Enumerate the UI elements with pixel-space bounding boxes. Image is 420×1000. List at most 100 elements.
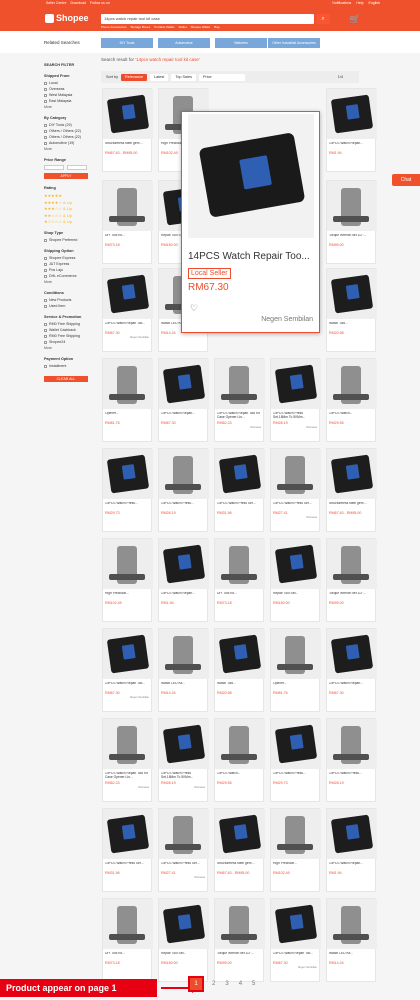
filter-option[interactable]: J&T Express: [44, 262, 91, 266]
product-card[interactable]: 14PCS Watch Repair Tool Kit Case Opener …: [214, 358, 265, 442]
product-card[interactable]: 14PCS Watch Repair... RM1.94: [326, 808, 377, 892]
sort-price-select[interactable]: Price: [199, 73, 246, 81]
shopee-logo[interactable]: Shopee: [45, 13, 89, 23]
suggestion-link[interactable]: Bag: [214, 25, 219, 29]
filter-option[interactable]: Local: [44, 81, 91, 85]
rating-option[interactable]: ★★☆☆☆ & Up: [44, 213, 91, 218]
product-card[interactable]: 14PCS Watch... RM29.55: [214, 718, 265, 802]
suggestion-link[interactable]: Shopee Wallet: [191, 25, 210, 29]
product-card[interactable]: 14PCS Watch Repair... RM1.94: [158, 538, 209, 622]
filter-option[interactable]: DHL eCommerce: [44, 274, 91, 278]
min-price-input[interactable]: [44, 165, 64, 170]
sort-latest[interactable]: Latest: [149, 73, 169, 81]
more-link[interactable]: More: [44, 147, 91, 151]
chat-button[interactable]: Chat: [392, 174, 420, 186]
product-card[interactable]: Torque Wrench set 1/2"... RM99.00: [214, 898, 265, 982]
filter-option[interactable]: DIY Tools (29): [44, 123, 91, 127]
filter-option[interactable]: Shopee Express: [44, 256, 91, 260]
filter-option[interactable]: Wallet Cashback: [44, 328, 91, 332]
product-card[interactable]: DIY Tool Kit... RM73.18: [102, 180, 153, 264]
checkbox[interactable]: [44, 141, 47, 145]
product-card[interactable]: 14PCS Watch Press Set... RM27.41 Overseas: [158, 808, 209, 892]
filter-option[interactable]: Overseas: [44, 87, 91, 91]
product-card[interactable]: Structureless steel gem ... RM67.63 - RM9…: [214, 808, 265, 892]
suggestion-link[interactable]: Wallet: [178, 25, 186, 29]
filter-option[interactable]: Shopee Preferred: [44, 238, 91, 242]
product-card[interactable]: 14PCS Watch Press Set,18Mm To 50Mm... RM2…: [270, 358, 321, 442]
product-card[interactable]: Watch LED Kit... RM14.24: [326, 898, 377, 982]
sort-relevance[interactable]: Relevance: [121, 73, 147, 81]
suggestion-link[interactable]: Storage Boxes: [131, 25, 151, 29]
checkbox[interactable]: [44, 262, 47, 266]
filter-option[interactable]: RM0 Free Shipping: [44, 322, 91, 326]
product-card[interactable]: 14PCS Watch Repair Tool Kit Case Opener …: [102, 718, 153, 802]
filter-option[interactable]: Installment: [44, 364, 91, 368]
filter-option[interactable]: New Products: [44, 298, 91, 302]
filter-option[interactable]: RM0 Free Shipping: [44, 334, 91, 338]
filter-option[interactable]: Others / Others (22): [44, 129, 91, 133]
language-link[interactable]: English: [369, 1, 380, 5]
filter-option[interactable]: Used Item: [44, 304, 91, 308]
checkbox[interactable]: [44, 238, 47, 242]
page-button[interactable]: 5: [252, 981, 255, 987]
checkbox[interactable]: [44, 304, 47, 308]
product-card[interactable]: Watch Tool... RM20.58: [214, 628, 265, 712]
suggestion-link[interactable]: Phone Accessories: [101, 25, 127, 29]
product-card[interactable]: 14PCS Watch Press... RM29.73: [270, 718, 321, 802]
product-card[interactable]: 14PCS Watch Repair... RM67.30: [326, 628, 377, 712]
checkbox[interactable]: [44, 334, 47, 338]
related-tag[interactable]: DIY Tools: [101, 38, 153, 48]
search-button[interactable]: ⌕: [316, 14, 330, 24]
checkbox[interactable]: [44, 123, 47, 127]
filter-option[interactable]: Automotive (19): [44, 141, 91, 145]
product-card[interactable]: 14PCS Watch Repair... RM67.30: [158, 358, 209, 442]
product-card[interactable]: 14PCS Watch Repair... RM1.94: [326, 88, 377, 172]
related-tag[interactable]: Automotive: [158, 38, 210, 48]
rating-option[interactable]: ★★★☆☆ & Up: [44, 206, 91, 211]
product-card[interactable]: 14PCS Watch Repair Too... RM67.30 Negen Se…: [270, 898, 321, 982]
product-card[interactable]: Opener... RM81.76: [102, 358, 153, 442]
filter-option[interactable]: Shopee24: [44, 340, 91, 344]
product-hover-preview[interactable]: 14PCS Watch Repair Too... Local Seller R…: [181, 111, 320, 333]
rating-option[interactable]: ★★★★☆ & Up: [44, 200, 91, 205]
checkbox[interactable]: [44, 93, 47, 97]
seller-centre-link[interactable]: Seller Centre: [46, 1, 66, 5]
filter-option[interactable]: Others / Others (22): [44, 135, 91, 139]
page-button[interactable]: 2: [212, 981, 215, 987]
checkbox[interactable]: [44, 135, 47, 139]
product-card[interactable]: 14PCS Watch Press Set... RM31.96: [102, 808, 153, 892]
related-tag[interactable]: Other Industrial Accessories: [268, 38, 320, 48]
product-card[interactable]: Structureless steel gem ... RM67.63 - RM9…: [102, 88, 153, 172]
product-card[interactable]: 14PCS Watch Press Set... RM31.96: [214, 448, 265, 532]
product-card[interactable]: DIY Tool Kit... RM73.18: [214, 538, 265, 622]
product-card[interactable]: 14PCS Watch Repair Too... RM67.30 Negen Se…: [102, 628, 153, 712]
product-card[interactable]: Repair Tool Set... RM150.00: [158, 898, 209, 982]
checkbox[interactable]: [44, 99, 47, 103]
product-card[interactable]: 14PCS Watch Press... RM29.73: [102, 448, 153, 532]
related-tag[interactable]: Watches: [215, 38, 267, 48]
checkbox[interactable]: [44, 256, 47, 260]
product-card[interactable]: High Precision... RM102.49: [270, 808, 321, 892]
checkbox[interactable]: [44, 340, 47, 344]
search-input[interactable]: 14pcs watch repair tool kit case: [101, 14, 314, 24]
product-card[interactable]: Structureless steel gem ... RM67.63 - RM9…: [326, 448, 377, 532]
more-link[interactable]: More: [44, 346, 91, 350]
product-card[interactable]: Repair Tool Set... RM150.00: [270, 538, 321, 622]
checkbox[interactable]: [44, 81, 47, 85]
checkbox[interactable]: [44, 322, 47, 326]
product-card[interactable]: 14PCS Watch Repair Too... RM67.30 Negen Se…: [102, 268, 153, 352]
page-button[interactable]: 4: [239, 981, 242, 987]
apply-button[interactable]: APPLY: [44, 173, 88, 179]
download-link[interactable]: Download: [70, 1, 86, 5]
page-button[interactable]: 3: [225, 981, 228, 987]
heart-icon[interactable]: ♡: [190, 303, 198, 314]
product-card[interactable]: 14PCS Watch Press Set... RM27.41 Overseas: [270, 448, 321, 532]
checkbox[interactable]: [44, 364, 47, 368]
product-card[interactable]: 14PCS Watch... RM29.55: [326, 358, 377, 442]
checkbox[interactable]: [44, 87, 47, 91]
product-card[interactable]: High Precision... RM102.49: [102, 538, 153, 622]
product-card[interactable]: DIY Tool Kit... RM73.18: [102, 898, 153, 982]
product-card[interactable]: 14PCS Watch Press Set,18Mm To 50Mm... RM2…: [158, 718, 209, 802]
page-button-current[interactable]: 1: [188, 976, 204, 992]
product-card[interactable]: 14PCS Watch Press... RM28.19: [326, 718, 377, 802]
